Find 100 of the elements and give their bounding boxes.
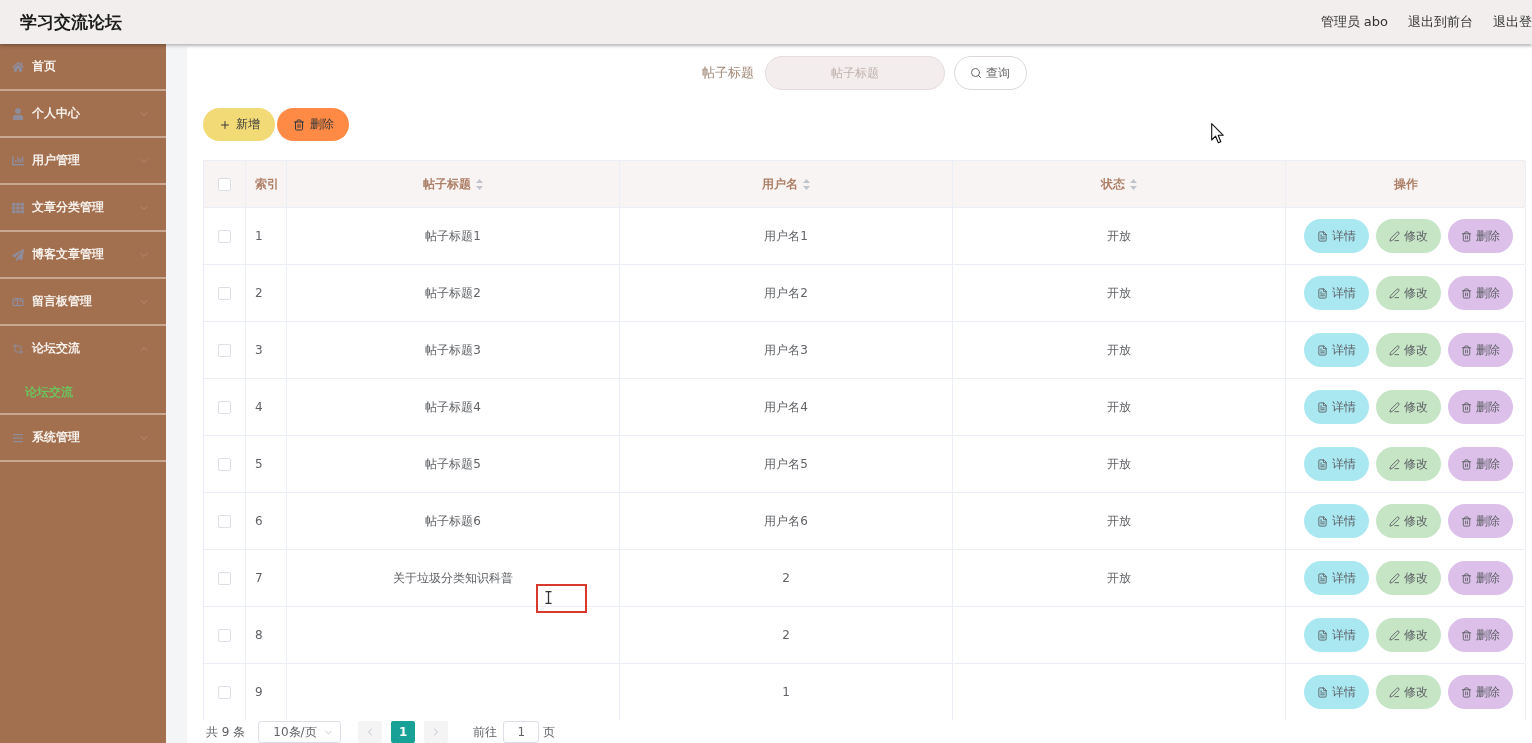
table-cell: 用户名1 [764,227,808,245]
sidebar-item[interactable]: 文章分类管理 [0,185,166,230]
table-cell: 1 [782,685,790,699]
table-cell: 开放 [1107,398,1131,416]
add-button[interactable]: 新增 [203,108,275,141]
sort-icon[interactable] [476,178,483,190]
detail-button[interactable]: 详情 [1304,618,1369,652]
detail-button[interactable]: 详情 [1304,447,1369,481]
mailbox-icon [12,295,24,308]
table-cell: 用户名5 [764,455,808,473]
delete-button[interactable]: 删除 [1448,276,1513,310]
delete-button[interactable]: 删除 [1448,333,1513,367]
user-icon [12,107,24,120]
sidebar-item[interactable]: 用户管理 [0,138,166,183]
column-header: 用户名 [762,175,798,193]
table-cell: 帖子标题6 [425,512,481,530]
text-cursor-icon [545,591,552,604]
delete-button[interactable]: 删除 [1448,618,1513,652]
sidebar-item[interactable]: 个人中心 [0,91,166,136]
sidebar-item[interactable]: 留言板管理 [0,279,166,324]
detail-button[interactable]: 详情 [1304,504,1369,538]
document-icon [1317,230,1328,242]
edit-button[interactable]: 修改 [1376,333,1441,367]
checkbox[interactable] [218,571,231,585]
checkbox[interactable] [218,229,231,243]
sort-icon[interactable] [1130,178,1137,190]
home-icon [12,60,24,73]
detail-button[interactable]: 详情 [1304,675,1369,709]
table-cell: 帖子标题2 [425,284,481,302]
page-jump-field[interactable]: 1 [503,721,540,743]
edit-button[interactable]: 修改 [1376,219,1441,253]
page-number[interactable]: 1 [391,721,416,743]
table-cell: 帖子标题5 [425,455,481,473]
sidebar-item[interactable]: 首页 [0,44,166,89]
table-cell: 帖子标题1 [425,227,481,245]
checkbox[interactable] [218,457,231,471]
detail-button[interactable]: 详情 [1304,561,1369,595]
sidebar-item[interactable]: 系统管理 [0,415,166,460]
document-icon [1317,287,1328,299]
table-cell: 3 [255,343,263,357]
checkbox[interactable] [218,400,231,414]
table-cell: 4 [255,400,263,414]
table-cell: 开放 [1107,512,1131,530]
delete-button[interactable]: 删除 [1448,447,1513,481]
sort-icon[interactable] [803,178,810,190]
checkbox[interactable] [218,628,231,642]
detail-button[interactable]: 详情 [1304,390,1369,424]
edit-button[interactable]: 修改 [1376,276,1441,310]
table-cell: 帖子标题4 [425,398,481,416]
pen-icon [1389,287,1400,299]
delete-button[interactable]: 删除 [1448,561,1513,595]
pen-icon [1389,401,1400,413]
grid-icon [12,201,24,214]
document-icon [1317,458,1328,470]
column-header: 索引 [255,175,279,193]
document-icon [1317,629,1328,641]
pen-icon [1389,629,1400,641]
edit-button[interactable]: 修改 [1376,561,1441,595]
search-label: 帖子标题 [701,64,754,82]
crop-icon [12,342,24,355]
pointer-cursor-icon [1211,123,1224,144]
table-cell: 2 [782,571,790,585]
header-link[interactable]: 退出登 [1493,13,1532,31]
edit-button[interactable]: 修改 [1376,504,1441,538]
trash-icon [1461,401,1472,413]
header-link[interactable]: 退出到前台 [1408,13,1473,31]
checkbox[interactable] [218,286,231,300]
table-cell: 2 [782,628,790,642]
detail-button[interactable]: 详情 [1304,276,1369,310]
paper-plane-icon [12,248,24,261]
column-header: 操作 [1393,175,1418,193]
delete-button[interactable]: 删除 [277,108,349,141]
table-cell: 8 [255,628,263,642]
page-suffix: 页 [543,723,556,741]
bar-chart-icon [12,154,24,167]
delete-button[interactable]: 删除 [1448,219,1513,253]
search-field[interactable]: 帖子标题 [764,56,945,90]
trash-icon [1461,515,1472,527]
trash-icon [1461,629,1472,641]
checkbox[interactable] [218,514,231,528]
page-size-select[interactable]: 10条/页 [258,721,342,743]
edit-button[interactable]: 修改 [1376,390,1441,424]
table-cell: 用户名2 [764,284,808,302]
delete-button[interactable]: 删除 [1448,504,1513,538]
checkbox[interactable] [218,343,231,357]
detail-button[interactable]: 详情 [1304,219,1369,253]
plus-icon [218,118,231,131]
sidebar-item[interactable]: 博客文章管理 [0,232,166,277]
header-link[interactable]: 管理员 abo [1320,13,1388,31]
edit-button[interactable]: 修改 [1376,447,1441,481]
checkbox[interactable] [218,177,231,191]
delete-button[interactable]: 删除 [1448,675,1513,709]
edit-button[interactable]: 修改 [1376,675,1441,709]
trash-icon [1461,230,1472,242]
detail-button[interactable]: 详情 [1304,333,1369,367]
edit-button[interactable]: 修改 [1376,618,1441,652]
delete-button[interactable]: 删除 [1448,390,1513,424]
sidebar-item[interactable]: 论坛交流 [0,326,166,371]
search-button[interactable]: 查询 [953,56,1027,90]
checkbox[interactable] [218,685,231,699]
